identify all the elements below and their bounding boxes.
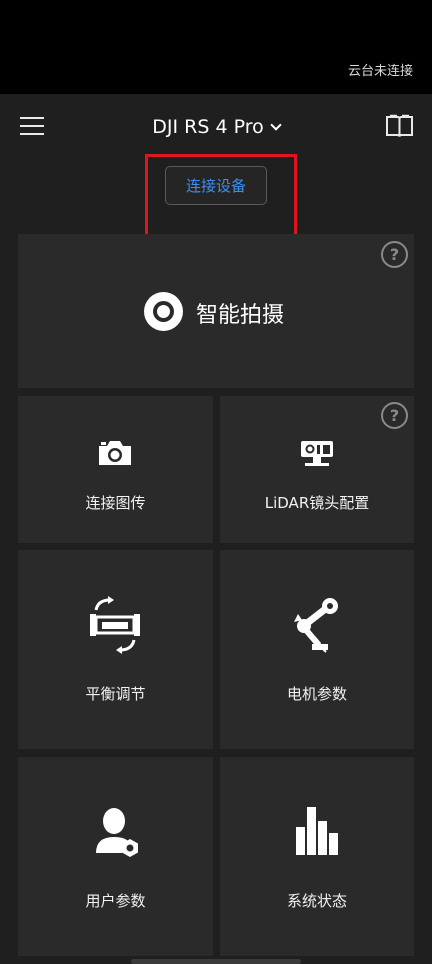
camera-icon (99, 441, 131, 465)
device-name: DJI RS 4 Pro (152, 116, 264, 138)
user-params-label: 用户参数 (85, 892, 146, 910)
robot-arm-icon (294, 598, 338, 653)
question-mark-icon[interactable]: ? (381, 402, 408, 429)
motor-params-label: 电机参数 (286, 685, 347, 703)
tile-balance-adjust[interactable]: 平衡调节 (18, 550, 213, 749)
home-indicator (131, 959, 301, 964)
user-settings-icon (96, 808, 138, 857)
connect-device-button[interactable]: 连接设备 (165, 166, 267, 205)
system-status-label: 系统状态 (286, 892, 347, 910)
record-circle-icon (144, 292, 183, 331)
book-icon[interactable] (386, 114, 413, 138)
tile-motor-params[interactable]: 电机参数 (220, 550, 414, 749)
gimbal-status-text: 云台未连接 (347, 64, 413, 79)
question-mark-icon[interactable]: ? (381, 241, 408, 268)
smart-capture-label: 智能拍摄 (196, 303, 285, 328)
tile-connect-image-transmission[interactable]: 连接图传 (18, 396, 213, 543)
tile-user-params[interactable]: 用户参数 (18, 757, 213, 956)
connect-image-transmission-label: 连接图传 (85, 494, 146, 512)
device-selector[interactable]: DJI RS 4 Pro (0, 116, 432, 138)
chevron-down-icon (270, 119, 282, 131)
bar-chart-icon (296, 807, 338, 855)
balance-adjust-label: 平衡调节 (85, 685, 146, 703)
balance-icon (90, 596, 140, 654)
lidar-config-label: LiDAR镜头配置 (264, 494, 370, 512)
tile-system-status[interactable]: 系统状态 (220, 757, 414, 956)
app-header (0, 94, 432, 234)
status-bar: 云台未连接 (0, 0, 432, 94)
lidar-icon (301, 441, 333, 466)
